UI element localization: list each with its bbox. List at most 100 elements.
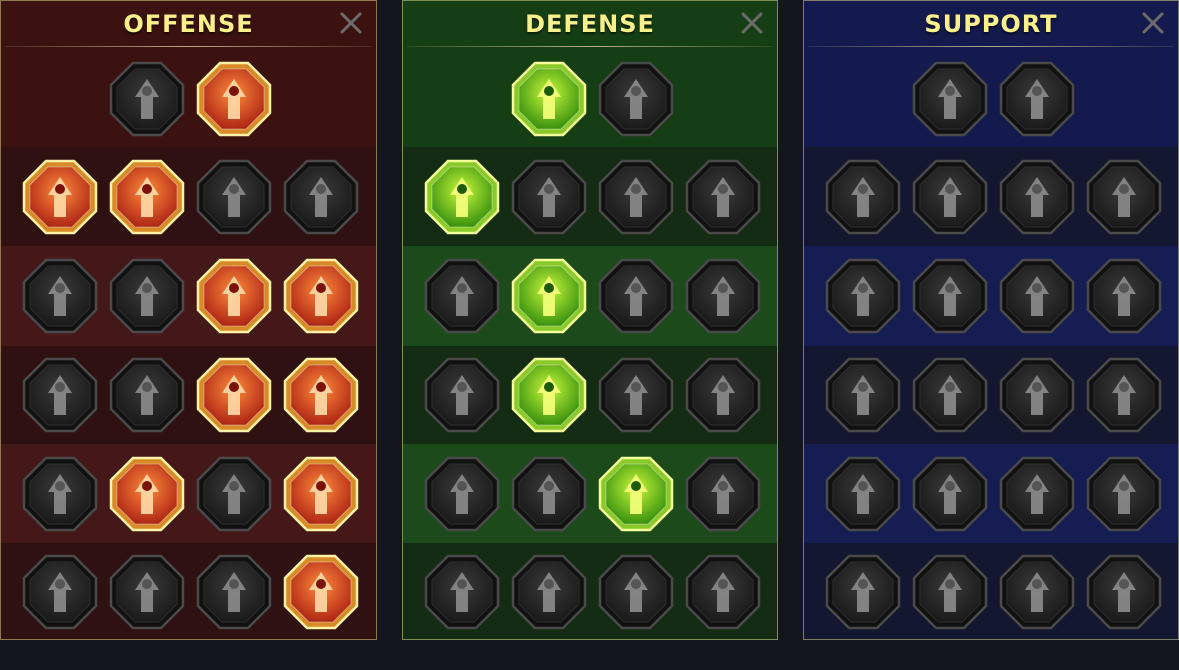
skill-node[interactable] xyxy=(999,159,1075,235)
skill-node[interactable] xyxy=(283,456,359,532)
skill-node[interactable] xyxy=(196,554,272,630)
skill-node[interactable] xyxy=(283,357,359,433)
skill-node[interactable] xyxy=(825,357,901,433)
skill-node[interactable] xyxy=(1086,258,1162,334)
skill-node[interactable] xyxy=(1086,456,1162,532)
skill-node[interactable] xyxy=(598,456,674,532)
skill-node[interactable] xyxy=(999,258,1075,334)
skill-node[interactable] xyxy=(22,456,98,532)
skill-node[interactable] xyxy=(109,357,185,433)
pierced-heart-icon xyxy=(283,159,359,235)
skill-node[interactable] xyxy=(424,258,500,334)
skull-hourglass-icon xyxy=(511,357,587,433)
offense-panel-title: OFFENSE xyxy=(123,10,254,38)
skill-node[interactable] xyxy=(685,554,761,630)
skill-node[interactable] xyxy=(196,61,272,137)
skill-node[interactable] xyxy=(598,357,674,433)
top-tier-row xyxy=(1,47,376,147)
defense-panel: DEFENSE xyxy=(402,0,778,640)
skill-node[interactable] xyxy=(1086,159,1162,235)
skill-node[interactable] xyxy=(825,258,901,334)
skill-node[interactable] xyxy=(196,456,272,532)
skill-node[interactable] xyxy=(999,61,1075,137)
skill-node[interactable] xyxy=(598,61,674,137)
skill-node[interactable] xyxy=(999,456,1075,532)
skill-node[interactable] xyxy=(511,159,587,235)
skill-node[interactable] xyxy=(22,258,98,334)
skill-node[interactable] xyxy=(685,357,761,433)
gauntlet-fist-icon xyxy=(109,357,185,433)
skill-node[interactable] xyxy=(196,159,272,235)
skill-node[interactable] xyxy=(511,258,587,334)
skill-node[interactable] xyxy=(22,357,98,433)
skill-tier-row xyxy=(1,444,376,543)
skill-tier-row xyxy=(804,246,1178,346)
support-panel-header: SUPPORT xyxy=(804,1,1178,47)
skill-node[interactable] xyxy=(912,554,988,630)
defense-panel-header: DEFENSE xyxy=(403,1,777,47)
scythe-hand-icon xyxy=(283,258,359,334)
skill-node[interactable] xyxy=(1086,554,1162,630)
skill-node[interactable] xyxy=(912,456,988,532)
skill-node[interactable] xyxy=(511,456,587,532)
skill-node[interactable] xyxy=(598,258,674,334)
skill-node[interactable] xyxy=(22,159,98,235)
skill-node[interactable] xyxy=(912,61,988,137)
skill-node[interactable] xyxy=(685,159,761,235)
skill-node[interactable] xyxy=(685,456,761,532)
skill-tier-row xyxy=(1,543,376,639)
skill-node[interactable] xyxy=(825,159,901,235)
skull-slash-icon xyxy=(196,258,272,334)
hooded-face-icon xyxy=(685,258,761,334)
skill-node[interactable] xyxy=(598,554,674,630)
skill-node[interactable] xyxy=(196,357,272,433)
skill-node[interactable] xyxy=(912,258,988,334)
defense-close-button[interactable] xyxy=(739,10,765,36)
skill-node[interactable] xyxy=(109,258,185,334)
dashing-runner-icon xyxy=(424,456,500,532)
skill-node[interactable] xyxy=(22,554,98,630)
skill-node[interactable] xyxy=(912,357,988,433)
skill-node[interactable] xyxy=(283,258,359,334)
stacked-bricks-icon xyxy=(511,61,587,137)
skill-node[interactable] xyxy=(598,159,674,235)
skill-node[interactable] xyxy=(109,554,185,630)
skill-node[interactable] xyxy=(511,61,587,137)
skill-node[interactable] xyxy=(1086,357,1162,433)
skill-node[interactable] xyxy=(424,554,500,630)
skill-node[interactable] xyxy=(283,159,359,235)
skill-node[interactable] xyxy=(825,554,901,630)
skill-node[interactable] xyxy=(424,357,500,433)
skill-node[interactable] xyxy=(109,61,185,137)
skill-node[interactable] xyxy=(109,456,185,532)
skill-node[interactable] xyxy=(825,456,901,532)
sword-strikes-icon xyxy=(109,159,185,235)
skill-node[interactable] xyxy=(109,159,185,235)
skill-tier-row xyxy=(1,346,376,444)
skill-node[interactable] xyxy=(999,357,1075,433)
praying-hands-icon xyxy=(825,159,901,235)
skill-node[interactable] xyxy=(196,258,272,334)
skill-node[interactable] xyxy=(283,554,359,630)
skill-node[interactable] xyxy=(999,554,1075,630)
offense-close-button[interactable] xyxy=(338,10,364,36)
top-tier-row xyxy=(403,47,777,147)
skill-tier-row xyxy=(403,444,777,543)
support-close-button[interactable] xyxy=(1140,10,1166,36)
blessed-figure-icon xyxy=(825,258,901,334)
flaming-skull-icon xyxy=(999,159,1075,235)
sparkling-sword-icon xyxy=(22,554,98,630)
armored-torso-icon xyxy=(598,159,674,235)
skill-tier-row xyxy=(403,246,777,346)
skill-node[interactable] xyxy=(685,258,761,334)
skill-node[interactable] xyxy=(511,357,587,433)
skill-node[interactable] xyxy=(912,159,988,235)
skill-node[interactable] xyxy=(511,554,587,630)
skill-tier-row xyxy=(1,147,376,246)
knight-shield-icon xyxy=(511,258,587,334)
radiant-skull-icon xyxy=(598,456,674,532)
skill-node[interactable] xyxy=(424,159,500,235)
dagger-circle-icon xyxy=(196,456,272,532)
skill-tier-row xyxy=(1,246,376,346)
skill-node[interactable] xyxy=(424,456,500,532)
